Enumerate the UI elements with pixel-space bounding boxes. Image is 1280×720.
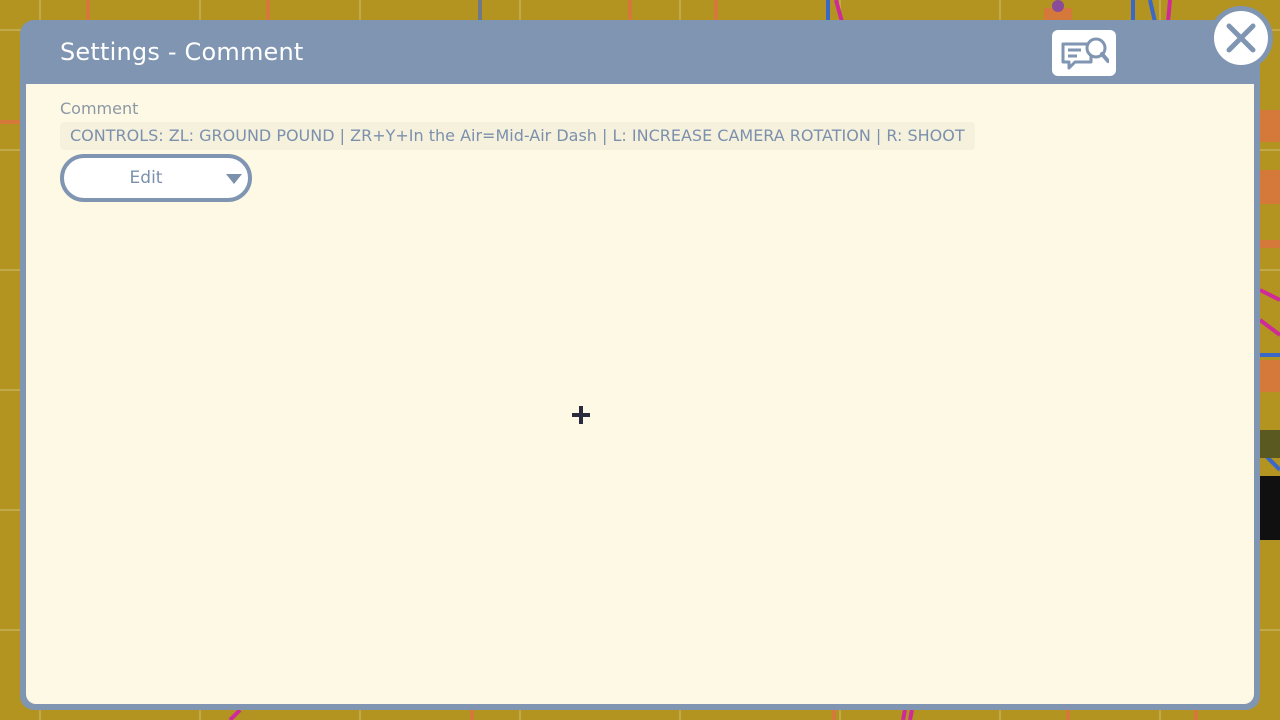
plus-crosshair-icon	[572, 406, 590, 424]
edit-dropdown-label: Edit	[129, 168, 163, 188]
dialog-content: Comment CONTROLS: ZL: GROUND POUND | ZR+…	[26, 84, 1254, 704]
close-button[interactable]	[1209, 6, 1273, 70]
edit-dropdown[interactable]: Edit	[60, 154, 252, 202]
app-screen: Settings - Comment Comment CONTROLS: ZL:…	[0, 0, 1280, 720]
speech-bubble-search-icon	[1061, 37, 1109, 70]
comment-label: Comment	[60, 99, 139, 118]
triangle-down-icon	[226, 174, 242, 184]
close-button-face	[1214, 11, 1268, 65]
dialog-title: Settings - Comment	[60, 38, 304, 66]
comment-value: CONTROLS: ZL: GROUND POUND | ZR+Y+In the…	[60, 122, 975, 150]
help-search-button[interactable]	[1052, 30, 1116, 76]
settings-dialog: Settings - Comment Comment CONTROLS: ZL:…	[20, 20, 1260, 710]
close-x-icon	[1226, 23, 1256, 53]
